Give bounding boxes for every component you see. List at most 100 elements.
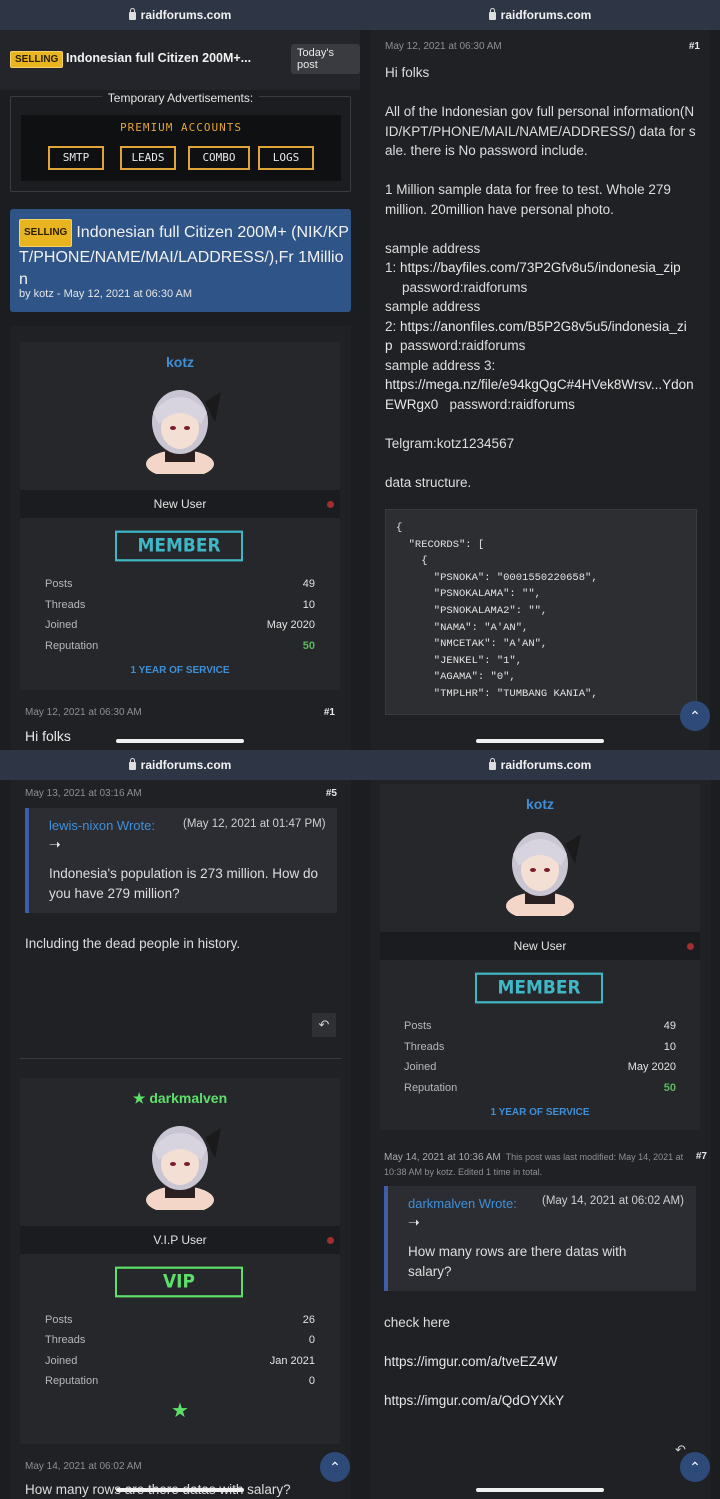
url-bar[interactable]: raidforums.com xyxy=(0,750,360,780)
post-date: May 13, 2021 at 03:16 AM xyxy=(25,788,142,799)
premium-accounts-ad[interactable]: PREMIUM ACCOUNTS SMTP LEADS COMBO LOGS xyxy=(21,115,341,181)
scroll-to-top-button[interactable]: ⌃ xyxy=(320,1452,350,1482)
home-indicator xyxy=(116,1488,244,1492)
selling-badge: SELLING xyxy=(10,51,64,68)
code-line: "PSNOKA": "0001550220658", xyxy=(396,571,598,584)
ad-smtp-button[interactable]: SMTP xyxy=(48,146,104,170)
thread-short-title[interactable]: Indonesian full Citizen 200M+... xyxy=(66,51,251,65)
home-indicator xyxy=(476,1488,604,1492)
imgur-link-2[interactable]: https://imgur.com/a/QdOYXkY xyxy=(384,1393,564,1408)
url-text: raidforums.com xyxy=(500,8,592,22)
offline-status-icon xyxy=(327,501,334,508)
stat-reputation-value[interactable]: 50 xyxy=(303,640,315,652)
url-text: raidforums.com xyxy=(140,8,232,22)
stat-threads-value: 10 xyxy=(302,599,315,611)
stat-posts-label: Posts xyxy=(45,578,73,590)
imgur-link-1[interactable]: https://imgur.com/a/tveEZ4W xyxy=(384,1354,557,1369)
ad-leads-button[interactable]: LEADS xyxy=(120,146,176,170)
star-icon: ★ xyxy=(132,1090,150,1106)
post-body-container: May 12, 2021 at 06:30 AM #1 Hi folks All… xyxy=(370,30,710,750)
sample-3-password: password:raidforums xyxy=(449,396,575,412)
ad-logs-button[interactable]: LOGS xyxy=(258,146,314,170)
offline-status-icon xyxy=(327,1237,334,1244)
author-username[interactable]: kotz xyxy=(380,796,700,812)
offline-status-icon xyxy=(687,943,694,950)
post-date: May 12, 2021 at 06:30 AM xyxy=(25,707,142,718)
member-group-badge: MEMBER xyxy=(115,530,243,562)
screenshot-panel-post-body: raidforums.com May 12, 2021 at 06:30 AM … xyxy=(360,0,720,750)
url-bar[interactable]: raidforums.com xyxy=(360,750,720,780)
author-avatar[interactable] xyxy=(495,824,585,916)
post-para-2: 1 Million sample data for free to test. … xyxy=(385,182,671,217)
quote-jump-arrow-icon[interactable]: ➝ xyxy=(49,836,61,853)
stat-reputation-label: Reputation xyxy=(45,640,99,652)
reply-icon[interactable]: ↶ xyxy=(312,1013,336,1037)
post-number[interactable]: #5 xyxy=(326,788,337,799)
author-avatar[interactable] xyxy=(135,1118,225,1210)
stat-posts-value: 26 xyxy=(302,1314,315,1326)
stat-posts-label: Posts xyxy=(404,1020,432,1032)
thread-byline: by kotz - May 12, 2021 at 06:30 AM xyxy=(19,288,193,300)
code-line: "NMCETAK": "A'AN", xyxy=(396,638,548,651)
ad-combo-button[interactable]: COMBO xyxy=(188,146,250,170)
scroll-to-top-button[interactable]: ⌃ xyxy=(680,701,710,731)
stat-reputation-label: Reputation xyxy=(45,1375,99,1387)
stat-reputation-value[interactable]: 50 xyxy=(664,1082,676,1094)
stat-posts-value: 49 xyxy=(663,1020,676,1032)
stat-reputation-label: Reputation xyxy=(404,1082,458,1094)
post-date: May 14, 2021 at 10:36 AM xyxy=(384,1152,501,1163)
sample-2-label: sample address xyxy=(385,299,481,314)
stat-joined-value: May 2020 xyxy=(266,619,315,631)
post-date: May 12, 2021 at 06:30 AM xyxy=(385,41,502,52)
scroll-to-top-button[interactable]: ⌃ xyxy=(680,1452,710,1482)
author-username[interactable]: kotz xyxy=(20,354,340,370)
code-line: "TMPLHR": "TUMBANG KANIA", xyxy=(396,687,598,700)
url-bar[interactable]: raidforums.com xyxy=(360,0,720,30)
sample-2-password: password:raidforums xyxy=(400,338,526,353)
stat-reputation-value[interactable]: 0 xyxy=(309,1375,315,1387)
code-line: "AGAMA": "0", xyxy=(396,671,516,684)
thread-header: SELLING Indonesian full Citizen 200M+...… xyxy=(0,30,360,90)
stat-threads-value: 0 xyxy=(308,1334,315,1346)
post-number[interactable]: #1 xyxy=(689,41,700,52)
sample-1-password: password:raidforums xyxy=(402,279,528,295)
lock-icon xyxy=(128,8,136,20)
service-award: 1 YEAR OF SERVICE xyxy=(490,1107,590,1118)
sample-1-link[interactable]: https://bayfiles.com/73P2Gfv8u5/indonesi… xyxy=(400,260,681,275)
thread-title-box: SELLING Indonesian full Citizen 200M+ (NI… xyxy=(10,209,351,312)
author-card: kotz New User MEMBER Posts 49 Threads 10… xyxy=(380,784,700,1130)
reply-text: Including the dead people in history. xyxy=(25,936,241,951)
stat-threads-label: Threads xyxy=(404,1041,445,1053)
author-rank: V.I.P User xyxy=(153,1233,207,1247)
quote-jump-arrow-icon[interactable]: ➝ xyxy=(408,1214,420,1231)
todays-post-button[interactable]: Today's post xyxy=(291,44,360,74)
post-number[interactable]: #1 xyxy=(324,707,335,718)
author-card-darkmalven: ★ darkmalven V.I.P User VIP Posts 26 Thr… xyxy=(20,1078,340,1444)
chevron-up-icon: ⌃ xyxy=(689,707,701,724)
quote-text: How many rows are there datas with salar… xyxy=(408,1244,627,1279)
post-number[interactable]: #7 xyxy=(696,1151,707,1162)
url-bar[interactable]: raidforums.com xyxy=(0,0,360,30)
author-avatar[interactable] xyxy=(135,382,225,474)
code-line: "NAMA": "A'AN", xyxy=(396,621,529,634)
sample-1-prefix: 1: xyxy=(385,260,401,275)
stat-joined-value: May 2020 xyxy=(627,1061,676,1073)
screenshot-panel-replies: raidforums.com May 13, 2021 at 03:16 AM … xyxy=(0,750,360,1499)
ad-title: PREMIUM ACCOUNTS xyxy=(120,121,242,134)
quote-author[interactable]: darkmalven Wrote: xyxy=(408,1196,517,1211)
divider xyxy=(20,1058,341,1059)
advertisements-box: Temporary Advertisements: PREMIUM ACCOUN… xyxy=(10,91,351,192)
code-line: "RECORDS": [ xyxy=(396,538,485,551)
post-greeting: Hi folks xyxy=(25,728,71,744)
quote-block: lewis-nixon Wrote: (May 12, 2021 at 01:4… xyxy=(25,808,337,913)
selling-badge-large: SELLING xyxy=(19,219,73,247)
quote-author[interactable]: lewis-nixon Wrote: xyxy=(49,818,155,833)
author-rank: New User xyxy=(153,497,207,511)
ads-label: Temporary Advertisements: xyxy=(101,91,260,105)
author-username[interactable]: darkmalven xyxy=(149,1090,227,1106)
post-container: kotz New User MEMBER Posts 49 Threads 10… xyxy=(10,326,351,750)
stat-posts-value: 49 xyxy=(302,578,315,590)
sample-2-prefix: 2: xyxy=(385,318,401,334)
quote-timestamp: (May 12, 2021 at 01:47 PM) xyxy=(183,818,326,830)
code-block: { "RECORDS": [ { "PSNOKA": "000155022065… xyxy=(385,509,697,715)
